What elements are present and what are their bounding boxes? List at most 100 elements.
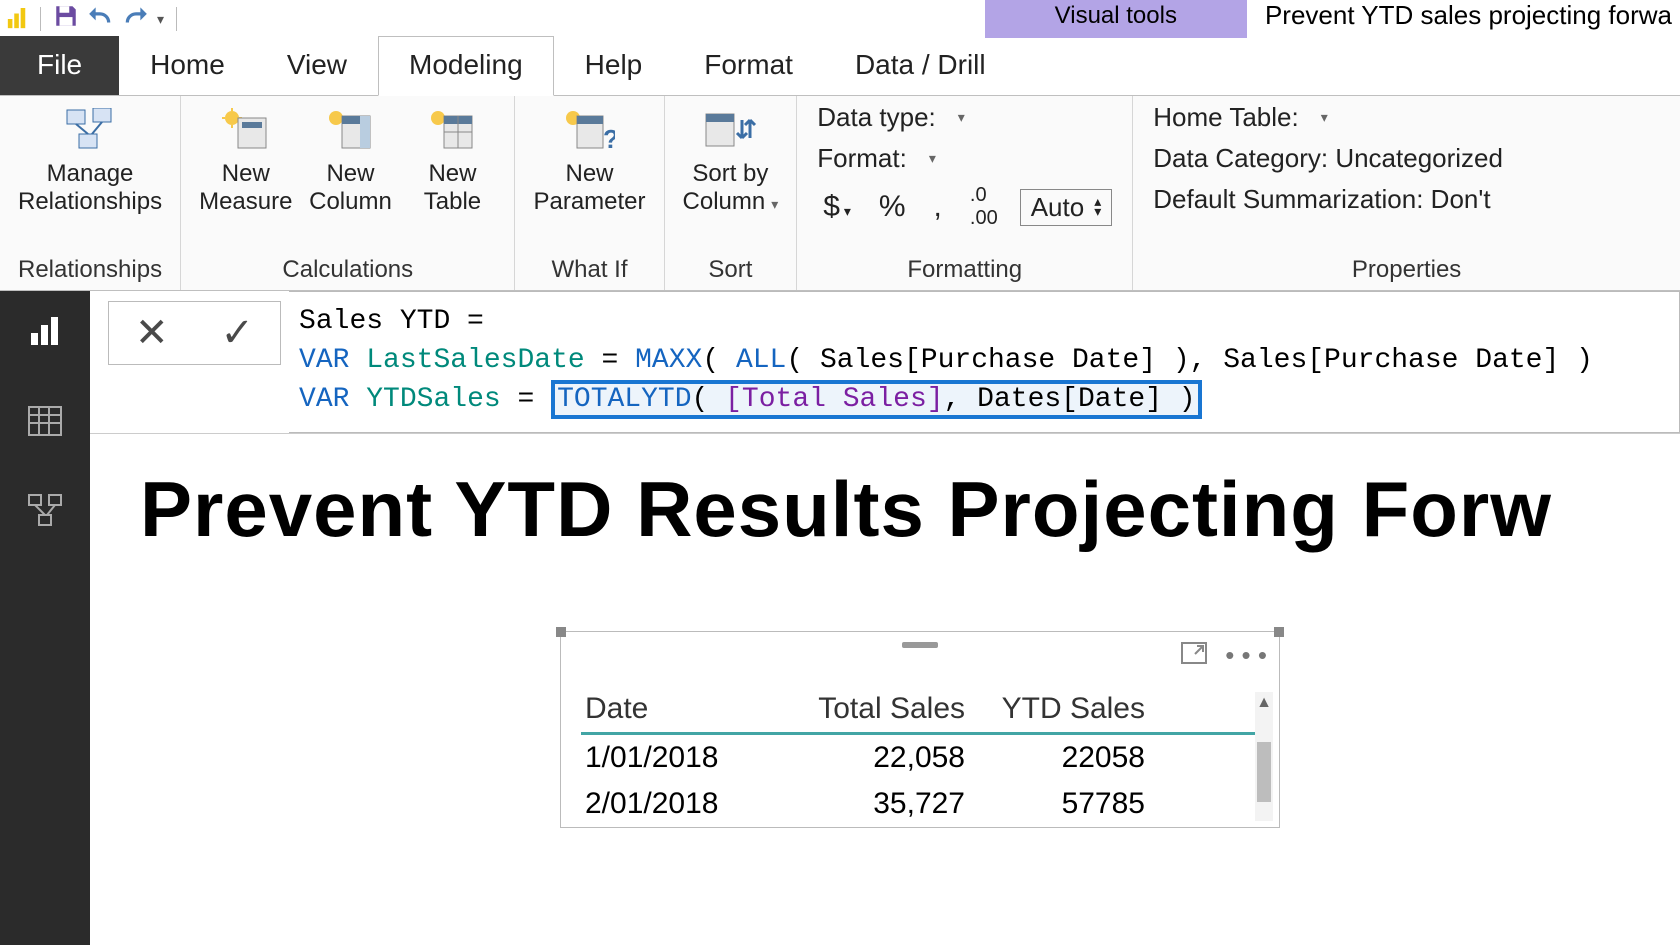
col-header-date[interactable]: Date bbox=[585, 692, 785, 726]
button-label: Sort by Column▾ bbox=[683, 160, 779, 215]
currency-button[interactable]: $ ▾ bbox=[817, 190, 857, 224]
more-options-icon[interactable]: • • • bbox=[1225, 640, 1267, 671]
tab-home[interactable]: Home bbox=[119, 36, 256, 95]
group-label: Relationships bbox=[0, 252, 180, 290]
new-measure-button[interactable]: New Measure bbox=[193, 102, 298, 219]
group-properties: Home Table: ▾ Data Category: Uncategorize… bbox=[1133, 96, 1680, 290]
chevron-down-icon[interactable]: ▾ bbox=[958, 109, 965, 126]
chevron-down-icon[interactable]: ▾ bbox=[929, 150, 936, 167]
scroll-thumb[interactable] bbox=[1257, 742, 1271, 802]
group-formatting: Data type: ▾ Format: ▾ $ ▾ % , .0.00 Aut… bbox=[797, 96, 1133, 290]
group-relationships: Manage Relationships Relationships bbox=[0, 96, 181, 290]
chevron-down-icon[interactable]: ▾ bbox=[1321, 109, 1328, 126]
group-calculations: New Measure New Column New Table Calcula… bbox=[181, 96, 515, 290]
default-summarization-label[interactable]: Default Summarization: Don't bbox=[1153, 184, 1660, 215]
group-label: What If bbox=[515, 252, 663, 290]
button-label: New Column bbox=[309, 160, 392, 215]
percent-button[interactable]: % bbox=[873, 190, 912, 224]
left-nav-rail bbox=[0, 291, 90, 945]
commit-formula-icon[interactable]: ✓ bbox=[195, 302, 281, 364]
tab-format[interactable]: Format bbox=[673, 36, 824, 95]
measure-icon bbox=[217, 106, 275, 154]
cell: 1/01/2018 bbox=[585, 741, 785, 775]
quick-access-toolbar: ▾ bbox=[0, 0, 189, 38]
data-type-label: Data type: bbox=[817, 102, 936, 133]
powerbi-logo-icon bbox=[6, 8, 28, 30]
home-table-label: Home Table: bbox=[1153, 102, 1299, 133]
column-icon bbox=[321, 106, 379, 154]
report-title-text: Prevent YTD Results Projecting Forw bbox=[90, 434, 1680, 555]
manage-relationships-button[interactable]: Manage Relationships bbox=[12, 102, 168, 219]
formula-editor[interactable]: Sales YTD = VAR LastSalesDate = MAXX( AL… bbox=[289, 291, 1680, 433]
sort-icon bbox=[701, 106, 759, 154]
report-canvas: ✕ ✓ Sales YTD = VAR LastSalesDate = MAXX… bbox=[90, 291, 1680, 945]
button-label: New Measure bbox=[199, 160, 292, 215]
table-header: Date Total Sales YTD Sales bbox=[581, 686, 1259, 735]
separator bbox=[176, 7, 177, 31]
drag-handle-icon[interactable] bbox=[902, 642, 938, 648]
table-row: 2/01/2018 35,727 57785 bbox=[581, 781, 1259, 827]
sort-by-column-button[interactable]: Sort by Column▾ bbox=[677, 102, 785, 219]
data-view-icon[interactable] bbox=[25, 401, 65, 441]
resize-handle[interactable] bbox=[1274, 627, 1284, 637]
scroll-up-icon[interactable]: ▲ bbox=[1255, 694, 1273, 712]
parameter-icon: ? bbox=[560, 106, 618, 154]
formula-bar: ✕ ✓ Sales YTD = VAR LastSalesDate = MAXX… bbox=[90, 291, 1680, 434]
relationships-icon bbox=[61, 106, 119, 154]
undo-icon[interactable] bbox=[85, 3, 115, 36]
thousands-button[interactable]: , bbox=[928, 190, 948, 224]
qat-dropdown-icon[interactable]: ▾ bbox=[157, 11, 164, 28]
cell: 57785 bbox=[975, 787, 1145, 821]
save-icon[interactable] bbox=[53, 3, 79, 36]
ribbon-tabs: File Home View Modeling Help Format Data… bbox=[0, 38, 1680, 96]
group-whatif: ? New Parameter What If bbox=[515, 96, 664, 290]
col-header-total-sales[interactable]: Total Sales bbox=[795, 692, 965, 726]
group-label: Properties bbox=[1133, 252, 1680, 290]
group-sort: Sort by Column▾ Sort bbox=[665, 96, 798, 290]
new-column-button[interactable]: New Column bbox=[300, 102, 400, 219]
table-visual[interactable]: • • • Date Total Sales YTD Sales 1/01/20… bbox=[560, 631, 1280, 828]
decimal-places-input[interactable]: Auto ▴▾ bbox=[1020, 189, 1113, 226]
model-view-icon[interactable] bbox=[25, 491, 65, 531]
group-label: Sort bbox=[665, 252, 797, 290]
button-label: New Table bbox=[424, 160, 481, 215]
table-row: 1/01/2018 22,058 22058 bbox=[581, 735, 1259, 781]
document-title: Prevent YTD sales projecting forwa bbox=[1247, 0, 1680, 38]
decimal-icon[interactable]: .0.00 bbox=[964, 184, 1004, 230]
report-view-icon[interactable] bbox=[25, 311, 65, 351]
tab-data-drill[interactable]: Data / Drill bbox=[824, 36, 1017, 95]
cell: 35,727 bbox=[795, 787, 965, 821]
format-label: Format: bbox=[817, 143, 907, 174]
redo-icon[interactable] bbox=[121, 3, 151, 36]
tab-modeling[interactable]: Modeling bbox=[378, 36, 554, 96]
vertical-scrollbar[interactable]: ▲ bbox=[1255, 692, 1273, 821]
cell: 22,058 bbox=[795, 741, 965, 775]
group-label: Formatting bbox=[797, 252, 1132, 290]
table-icon bbox=[423, 106, 481, 154]
cell: 22058 bbox=[975, 741, 1145, 775]
svg-text:?: ? bbox=[603, 124, 615, 152]
tab-file[interactable]: File bbox=[0, 36, 119, 95]
title-bar: ▾ Visual tools Prevent YTD sales project… bbox=[0, 0, 1680, 38]
focus-mode-icon[interactable] bbox=[1181, 640, 1207, 671]
highlighted-expression: TOTALYTD( [Total Sales], Dates[Date] ) bbox=[551, 380, 1202, 419]
formula-bar-buttons: ✕ ✓ bbox=[108, 301, 281, 365]
button-label: New Parameter bbox=[533, 160, 645, 215]
new-parameter-button[interactable]: ? New Parameter bbox=[527, 102, 651, 219]
cancel-formula-icon[interactable]: ✕ bbox=[109, 302, 195, 364]
ribbon: Manage Relationships Relationships New M… bbox=[0, 96, 1680, 291]
new-table-button[interactable]: New Table bbox=[402, 102, 502, 219]
col-header-ytd-sales[interactable]: YTD Sales bbox=[975, 692, 1145, 726]
table: Date Total Sales YTD Sales 1/01/2018 22,… bbox=[581, 686, 1259, 827]
chevron-down-icon: ▾ bbox=[771, 196, 778, 212]
contextual-tab-visual-tools: Visual tools bbox=[985, 0, 1247, 38]
separator bbox=[40, 7, 41, 31]
cell: 2/01/2018 bbox=[585, 787, 785, 821]
resize-handle[interactable] bbox=[556, 627, 566, 637]
tab-help[interactable]: Help bbox=[554, 36, 674, 95]
tab-view[interactable]: View bbox=[256, 36, 378, 95]
group-label: Calculations bbox=[181, 252, 514, 290]
button-label: Manage Relationships bbox=[18, 160, 162, 215]
spinner-icon[interactable]: ▴▾ bbox=[1094, 197, 1101, 217]
data-category-label[interactable]: Data Category: Uncategorized bbox=[1153, 143, 1660, 174]
